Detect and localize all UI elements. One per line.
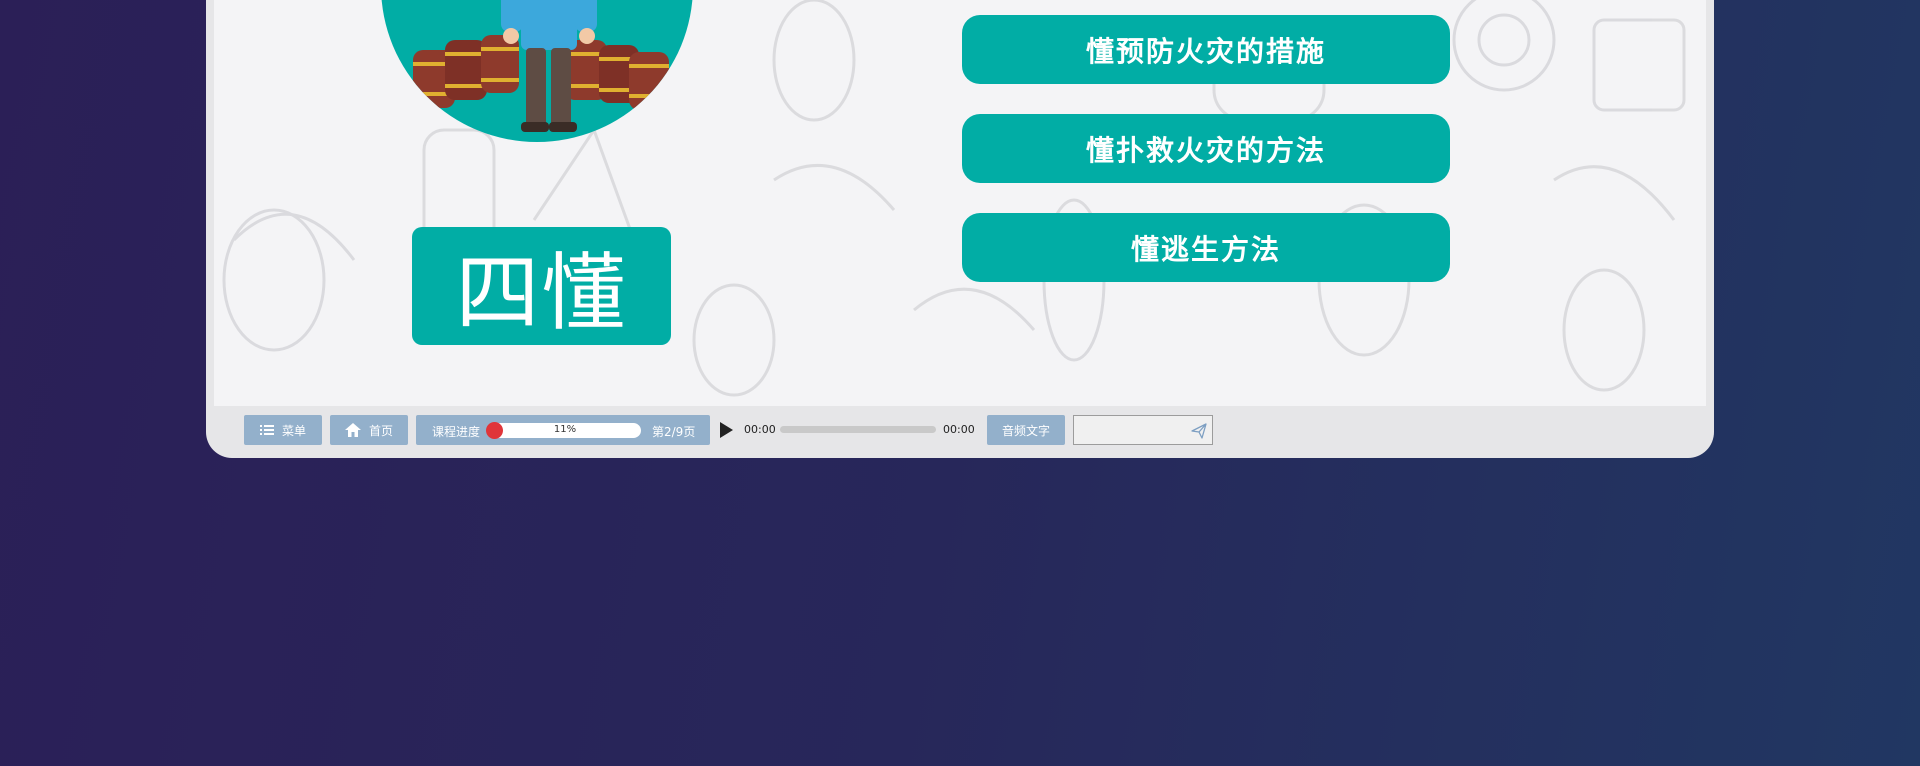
progress-label: 课程进度: [432, 425, 481, 439]
total-time: 00:00: [943, 423, 975, 436]
home-label: 首页: [368, 423, 393, 438]
play-icon[interactable]: [720, 422, 733, 438]
list-icon: [259, 425, 274, 435]
message-input-box: [1073, 415, 1213, 445]
slide-canvas: 四懂 懂预防火灾的措施 懂扑救火灾的方法 懂逃生方法: [214, 0, 1706, 406]
home-button[interactable]: 首页: [330, 415, 408, 445]
course-progress: 课程进度 11% 第2/9页: [416, 415, 710, 445]
item-escape-methods[interactable]: 懂逃生方法: [962, 213, 1450, 282]
message-input[interactable]: [1078, 420, 1182, 442]
progress-track[interactable]: 11%: [486, 422, 641, 439]
menu-button[interactable]: 菜单: [244, 415, 322, 445]
barrel-group-left: [413, 35, 519, 108]
current-time: 00:00: [744, 423, 776, 436]
audio-text-button[interactable]: 音频文字: [987, 415, 1065, 445]
audio-seek-bar[interactable]: [780, 426, 936, 433]
item-fire-prevention[interactable]: 懂预防火灾的措施: [962, 15, 1450, 84]
slide-title: 四懂: [412, 227, 671, 345]
menu-label: 菜单: [281, 423, 306, 438]
home-icon: [344, 423, 361, 437]
player-toolbar: 菜单 首页 课程进度 11% 第2/9页 00:00 00:00 音频文字: [214, 406, 1706, 452]
progress-percent: 11%: [553, 424, 577, 435]
audio-text-label: 音频文字: [1001, 423, 1050, 438]
page-indicator: 第2/9页: [652, 425, 696, 439]
item-fire-fighting[interactable]: 懂扑救火灾的方法: [962, 114, 1450, 183]
send-icon[interactable]: [1190, 422, 1208, 440]
